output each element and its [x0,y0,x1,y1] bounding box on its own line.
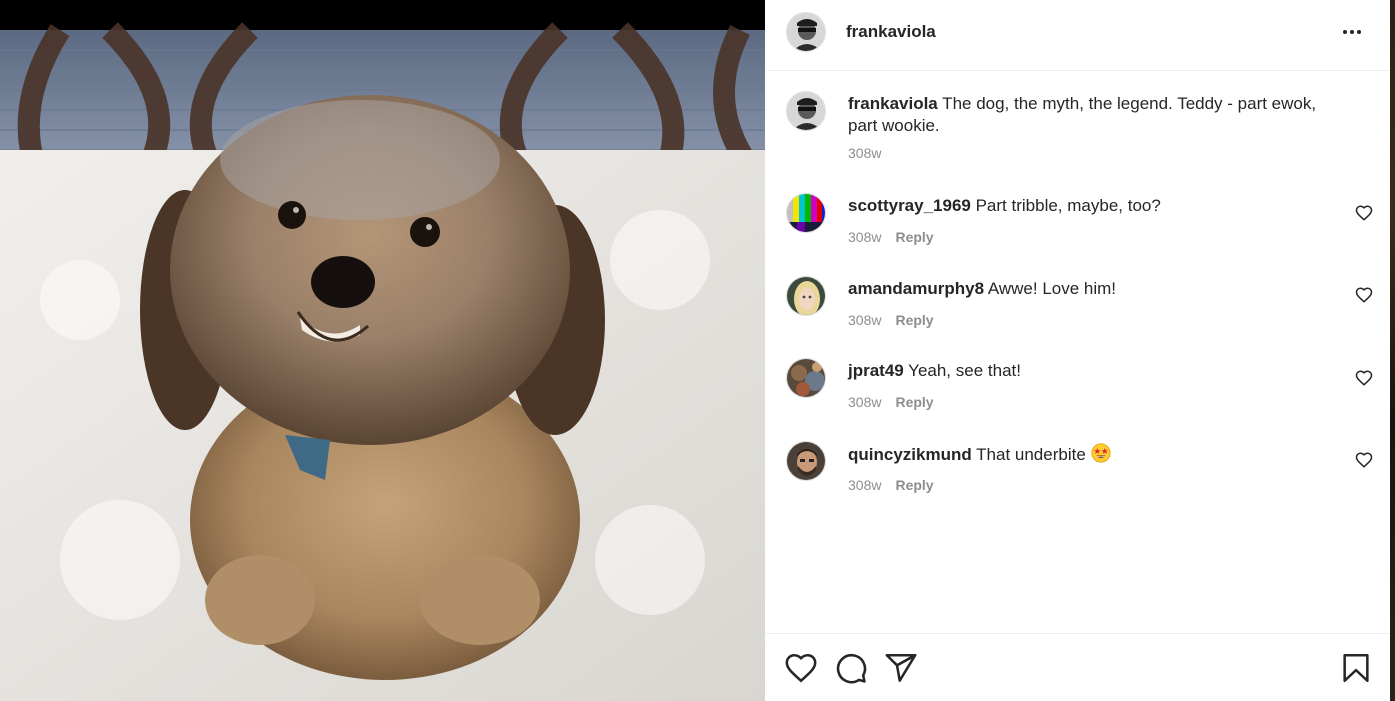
commenter-avatar[interactable] [786,193,826,233]
comment-content: That underbite [971,445,1091,464]
comment-username[interactable]: scottyray_1969 [848,196,971,215]
caption-age: 308w [848,145,882,161]
post-header: frankaviola [765,0,1390,71]
avatar-amandamurphy8-icon [787,277,825,315]
avatar-quincyzikmund-icon [787,442,825,480]
comment-age: 308w [848,229,882,245]
author-username[interactable]: frankaviola [846,22,936,42]
comment-text: amandamurphy8 Awwe! Love him! [848,278,1328,300]
more-horizontal-icon [1343,30,1347,34]
post-side-panel: frankaviola frankaviola The dog, the myt… [765,0,1390,701]
commenter-avatar[interactable] [786,276,826,316]
avatar-frankaviola-icon [787,92,825,130]
caption-meta: 308w [848,145,881,161]
comment-text: jprat49 Yeah, see that! [848,360,1328,382]
caption-text: frankaviola The dog, the myth, the legen… [848,93,1328,137]
background-edge [1390,0,1395,701]
reply-button[interactable]: Reply [895,394,933,410]
comment-username[interactable]: jprat49 [848,361,904,380]
post-photo[interactable] [0,0,765,701]
comment-content: Yeah, see that! [903,361,1021,380]
comment-age: 308w [848,394,882,410]
comment-meta: 308w Reply [848,477,934,493]
reply-button[interactable]: Reply [895,229,933,245]
comment-age: 308w [848,477,882,493]
heart-icon[interactable] [1355,204,1373,222]
more-dot [1357,30,1361,34]
reply-button[interactable]: Reply [895,477,933,493]
bookmark-icon[interactable] [1339,651,1373,685]
dog-photo [0,0,765,701]
comment-content: Part tribble, maybe, too? [970,196,1161,215]
caption-username[interactable]: frankaviola [848,94,938,113]
heart-icon[interactable] [1355,451,1373,469]
caption-avatar[interactable] [786,91,826,131]
commenter-avatar[interactable] [786,358,826,398]
comment-meta: 308w Reply [848,312,934,328]
commenter-avatar[interactable] [786,441,826,481]
avatar-frankaviola-icon [787,13,825,51]
comment-username[interactable]: amandamurphy8 [848,279,984,298]
avatar-jprat49-icon [787,359,825,397]
heart-icon[interactable] [1355,286,1373,304]
heart-icon[interactable] [784,651,818,685]
reply-button[interactable]: Reply [895,312,933,328]
comment-icon[interactable] [834,651,868,685]
comment-meta: 308w Reply [848,394,934,410]
share-icon[interactable] [884,651,918,685]
comment-meta: 308w Reply [848,229,934,245]
heart-icon[interactable] [1355,369,1373,387]
more-dot [1350,30,1354,34]
comments-list: frankaviola The dog, the myth, the legen… [765,71,1390,633]
star-struck-emoji-icon [1090,443,1111,463]
more-options-button[interactable] [1338,20,1366,44]
comment-text: scottyray_1969 Part tribble, maybe, too? [848,195,1328,217]
author-avatar[interactable] [786,12,826,52]
comment-age: 308w [848,312,882,328]
comment-username[interactable]: quincyzikmund [848,445,972,464]
comment-text: quincyzikmund That underbite [848,443,1328,466]
avatar-test-pattern-icon [787,194,825,232]
instagram-post-modal: frankaviola frankaviola The dog, the myt… [0,0,1395,701]
post-actions [765,633,1390,701]
comment-content: Awwe! Love him! [984,279,1117,298]
